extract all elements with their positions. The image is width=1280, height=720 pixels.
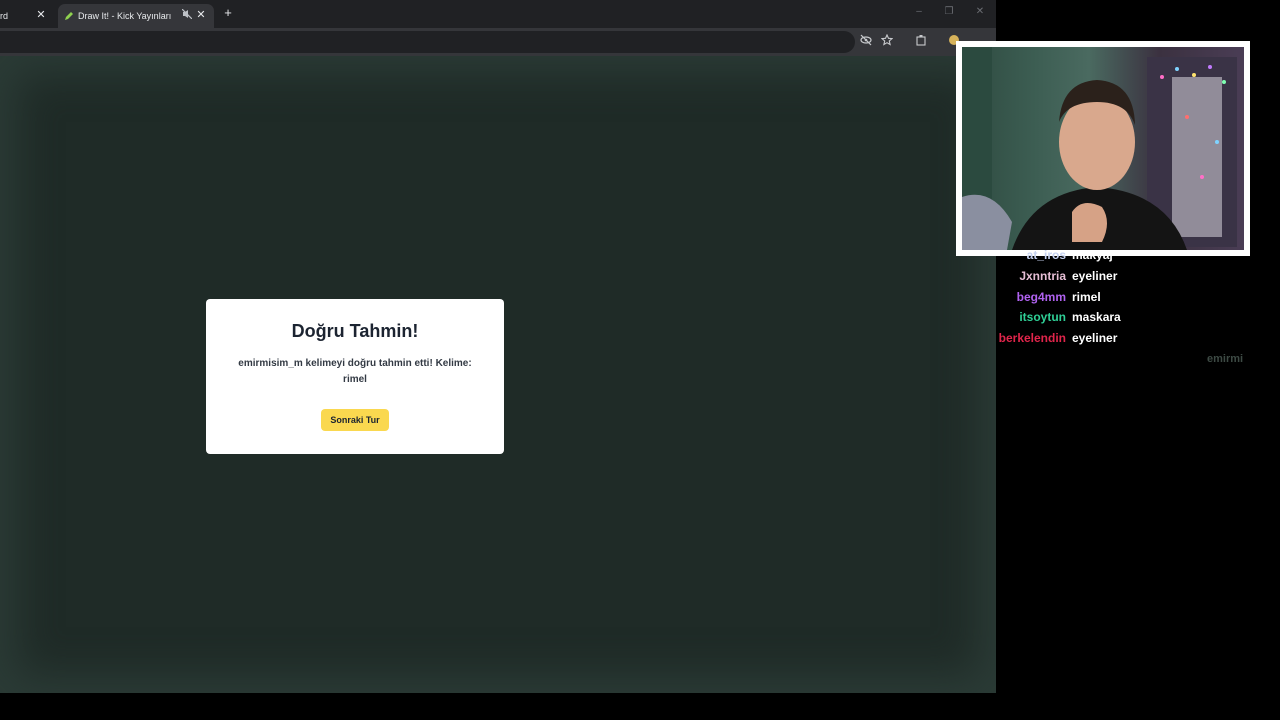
tab-bar: rd ✕ Draw It! - Kick Yayınları İçin ✕ + … [0, 0, 996, 28]
webcam-feed [962, 47, 1244, 250]
eye-off-icon[interactable] [858, 34, 874, 50]
browser-window: rd ✕ Draw It! - Kick Yayınları İçin ✕ + … [0, 0, 996, 693]
chat-message: at_iros makyaj [996, 248, 1280, 266]
close-icon[interactable]: ✕ [194, 8, 208, 22]
webcam-overlay [956, 41, 1250, 256]
streamer-name: emirmi [1207, 353, 1244, 365]
chat-message: beg4mm rimel [996, 290, 1280, 308]
chat-text: eyeliner [1072, 269, 1118, 283]
dialog-message: emirmisim_m kelimeyi doğru tahmin etti! … [238, 358, 472, 385]
tab-previous[interactable]: rd ✕ [0, 4, 56, 28]
window-close-icon[interactable]: ✕ [973, 6, 987, 17]
chat-message: Jxnntria eyeliner [996, 269, 1280, 287]
close-icon[interactable]: ✕ [34, 8, 48, 22]
chat-username: beg4mm [1016, 290, 1066, 304]
chat-username: at_iros [1026, 248, 1066, 262]
webcam-image [962, 47, 1237, 250]
tab-title: Draw It! - Kick Yayınları İçin [78, 11, 174, 21]
new-tab-button[interactable]: + [220, 5, 236, 20]
star-icon[interactable] [879, 33, 895, 50]
chat-username: itsoytun [1019, 310, 1066, 324]
extensions-icon[interactable] [913, 34, 929, 50]
browser-toolbar [0, 28, 996, 56]
next-round-button[interactable]: Sonraki Tur [321, 409, 389, 431]
restore-icon[interactable]: ❐ [942, 6, 956, 17]
tab-title: rd [0, 11, 9, 21]
correct-guess-dialog: Doğru Tahmin! emirmisim_m kelimeyi doğru… [206, 299, 504, 454]
chat-username: Jxnntria [1019, 269, 1066, 283]
minimize-icon[interactable]: – [912, 6, 926, 17]
dialog-title: Doğru Tahmin! [291, 321, 419, 341]
chat-message: itsoytun maskara [996, 310, 1280, 328]
tab-draw-it[interactable]: Draw It! - Kick Yayınları İçin ✕ [58, 4, 214, 28]
muted-audio-icon[interactable] [181, 8, 193, 21]
pencil-icon [65, 12, 73, 20]
chat-username: berkelendin [998, 331, 1066, 345]
chat-text: rimel [1072, 290, 1101, 304]
page-content: Doğru Tahmin! emirmisim_m kelimeyi doğru… [0, 56, 996, 693]
chat-text: makyaj [1072, 248, 1113, 262]
address-bar[interactable] [0, 31, 855, 53]
chat-message: berkelendin eyeliner [996, 331, 1280, 349]
chat-text: maskara [1072, 310, 1121, 324]
chat-text: eyeliner [1072, 331, 1118, 345]
